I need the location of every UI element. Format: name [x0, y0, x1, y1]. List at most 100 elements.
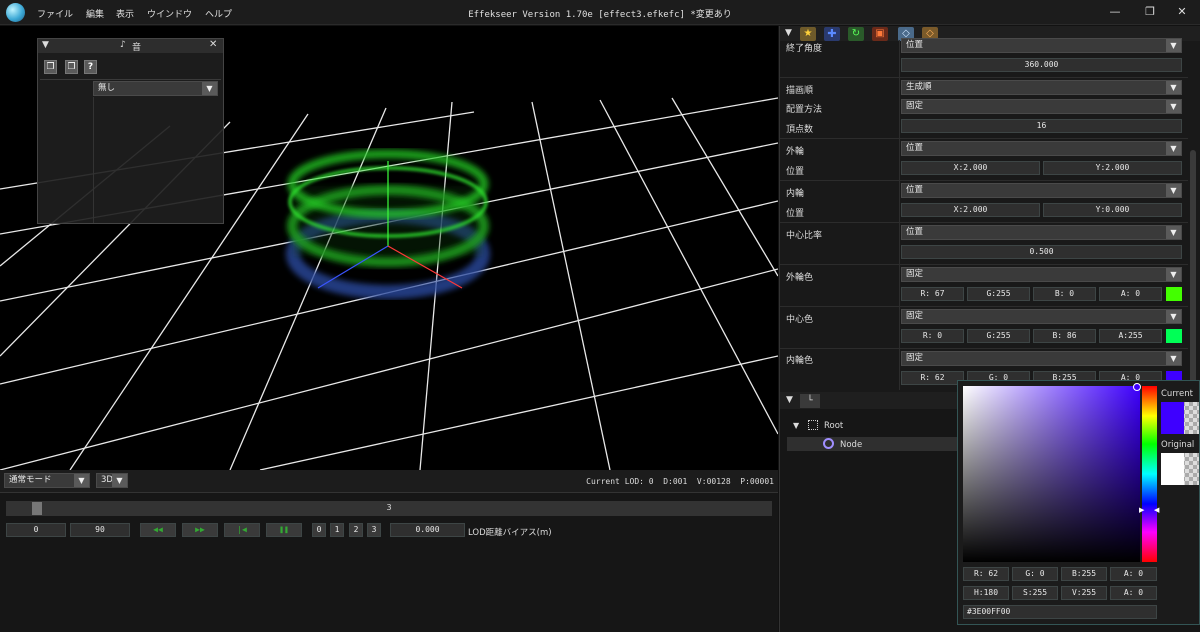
- scale-icon[interactable]: ▣: [872, 27, 888, 41]
- sv-cursor[interactable]: [1133, 383, 1141, 391]
- inner-color-mode-dropdown[interactable]: 固定 ▼: [901, 351, 1182, 366]
- end-angle-label: 終了角度: [786, 44, 823, 54]
- saturation-value-square[interactable]: [963, 386, 1140, 562]
- center-color-b-field[interactable]: B: 86: [1033, 329, 1096, 343]
- original-color-swatch[interactable]: [1161, 453, 1184, 485]
- inner-mode-dropdown[interactable]: 位置 ▼: [901, 183, 1182, 198]
- view-dimension-dropdown[interactable]: 3D ▼: [96, 473, 128, 488]
- title-bar: ファイル 編集 表示 ウインドウ ヘルプ Effekseer Version 1…: [0, 0, 1200, 25]
- node-tree-tab-icon[interactable]: └: [800, 394, 820, 408]
- inner-x-field[interactable]: X:2.000: [901, 203, 1040, 217]
- outer-color-r-field[interactable]: R: 67: [901, 287, 964, 301]
- frame-slider[interactable]: 3: [6, 501, 772, 516]
- center-color-a-field[interactable]: A:255: [1099, 329, 1162, 343]
- paste-icon[interactable]: ❐: [65, 60, 78, 74]
- picker-v-field[interactable]: V:255: [1061, 586, 1107, 600]
- outer-label: 外輪: [786, 147, 805, 157]
- end-angle-value-field[interactable]: 360.000: [901, 58, 1182, 72]
- restore-icon[interactable]: ❐: [1140, 5, 1160, 18]
- 3d-viewport[interactable]: ▼ ♪ 音 ✕ ❐ ❐ ? 無し ▼: [0, 26, 778, 470]
- outer-position-label: 位置: [786, 167, 805, 177]
- outer-color-mode-dropdown[interactable]: 固定 ▼: [901, 267, 1182, 282]
- hue-slider-arrow-icon[interactable]: ▶: [1139, 506, 1144, 514]
- outer-color-b-field[interactable]: B: 0: [1033, 287, 1096, 301]
- picker-s-field[interactable]: S:255: [1012, 586, 1058, 600]
- star-icon[interactable]: ★: [800, 27, 816, 41]
- picker-a-field[interactable]: A: 0: [1110, 567, 1157, 581]
- sound-type-dropdown[interactable]: 無し ▼: [93, 81, 218, 96]
- current-color-swatch: [1161, 402, 1184, 434]
- hue-bar[interactable]: [1142, 386, 1157, 562]
- help-button[interactable]: ?: [84, 60, 97, 74]
- properties-scrollbar[interactable]: [1190, 150, 1196, 388]
- expand-triangle-icon[interactable]: ▼: [793, 421, 799, 430]
- chevron-down-icon: ▼: [1166, 310, 1181, 323]
- picker-r-field[interactable]: R: 62: [963, 567, 1009, 581]
- end-frame-field[interactable]: 90: [70, 523, 130, 537]
- sound-panel-title: 音: [132, 43, 142, 53]
- vertex-count-field[interactable]: 16: [901, 119, 1182, 133]
- copy-icon[interactable]: ❐: [44, 60, 57, 74]
- center-ratio-field[interactable]: 0.500: [901, 245, 1182, 259]
- lod-button-3[interactable]: 3: [367, 523, 381, 537]
- close-icon[interactable]: ✕: [209, 39, 217, 50]
- lod-button-2[interactable]: 2: [349, 523, 363, 537]
- pause-icon[interactable]: ❚❚: [266, 523, 302, 537]
- skip-to-start-icon[interactable]: |◀: [224, 523, 260, 537]
- fast-forward-icon[interactable]: ▶▶: [182, 523, 218, 537]
- original-color-checker[interactable]: [1161, 453, 1199, 485]
- picker-g-field[interactable]: G: 0: [1012, 567, 1058, 581]
- center-color-r-field[interactable]: R: 0: [901, 329, 964, 343]
- outer-mode-dropdown[interactable]: 位置 ▼: [901, 141, 1182, 156]
- center-color-swatch[interactable]: [1166, 329, 1182, 343]
- panel-menu-icon[interactable]: ▼: [785, 28, 792, 38]
- inner-position-label: 位置: [786, 209, 805, 219]
- rewind-icon[interactable]: ◀◀: [140, 523, 176, 537]
- picker-hsv-a-field[interactable]: A: 0: [1110, 586, 1157, 600]
- outer-color-label: 外輪色: [786, 273, 814, 283]
- node-row-selected[interactable]: [787, 437, 959, 451]
- chevron-down-icon: ▼: [1166, 226, 1181, 239]
- placement-dropdown[interactable]: 固定 ▼: [901, 99, 1182, 114]
- outer-x-field[interactable]: X:2.000: [901, 161, 1040, 175]
- center-color-mode-dropdown[interactable]: 固定 ▼: [901, 309, 1182, 324]
- hue-slider-arrow-icon[interactable]: ◀: [1154, 506, 1159, 514]
- rotate-icon[interactable]: ↻: [848, 27, 864, 41]
- sound-type-value: 無し: [98, 83, 116, 93]
- picker-b-field[interactable]: B:255: [1061, 567, 1107, 581]
- current-color-checker: [1161, 402, 1199, 434]
- lod-button-1[interactable]: 1: [330, 523, 344, 537]
- outer-color-swatch[interactable]: [1166, 287, 1182, 301]
- minimize-icon[interactable]: —: [1105, 5, 1125, 18]
- frame-value: 3: [386, 503, 392, 512]
- center-ratio-mode-dropdown[interactable]: 位置 ▼: [901, 225, 1182, 240]
- center-color-g-field[interactable]: G:255: [967, 329, 1030, 343]
- render-mode-dropdown[interactable]: 通常モード ▼: [4, 473, 90, 488]
- collapse-triangle-icon[interactable]: ▼: [42, 40, 49, 50]
- render-mode-value: 通常モード: [9, 475, 52, 485]
- outer-color-g-field[interactable]: G:255: [967, 287, 1030, 301]
- node-label[interactable]: Node: [840, 440, 862, 450]
- sound-icon: ♪: [120, 40, 126, 50]
- draw-order-dropdown[interactable]: 生成順 ▼: [901, 80, 1182, 95]
- end-angle-mode-dropdown[interactable]: 位置 ▼: [901, 38, 1182, 53]
- lod-distance-field[interactable]: 0.000: [390, 523, 465, 537]
- timeline-panel: 3 0 90 ◀◀ ▶▶ |◀ ❚❚ 0 1 2 3 0.000 LOD距離バイ…: [0, 492, 778, 632]
- picker-h-field[interactable]: H:180: [963, 586, 1009, 600]
- start-frame-field[interactable]: 0: [6, 523, 66, 537]
- lod-button-0[interactable]: 0: [312, 523, 326, 537]
- panel-menu-icon[interactable]: ▼: [786, 395, 793, 405]
- inner-y-field[interactable]: Y:0.000: [1043, 203, 1182, 217]
- placement-value: 固定: [906, 101, 924, 111]
- outer-y-field[interactable]: Y:2.000: [1043, 161, 1182, 175]
- chevron-down-icon: ▼: [202, 82, 217, 95]
- lod-status-text: Current LOD: 0 D:001 V:00128 P:00001: [586, 477, 774, 486]
- move-icon[interactable]: ✚: [824, 27, 840, 41]
- close-window-icon[interactable]: ✕: [1172, 5, 1192, 18]
- picker-hex-field[interactable]: #3E00FF00: [963, 605, 1157, 619]
- lod-distance-label: LOD距離バイアス(m): [468, 528, 552, 538]
- root-node-label[interactable]: Root: [824, 421, 843, 431]
- inner-color-r-field[interactable]: R: 62: [901, 371, 964, 385]
- outer-color-a-field[interactable]: A: 0: [1099, 287, 1162, 301]
- chevron-down-icon: ▼: [1166, 268, 1181, 281]
